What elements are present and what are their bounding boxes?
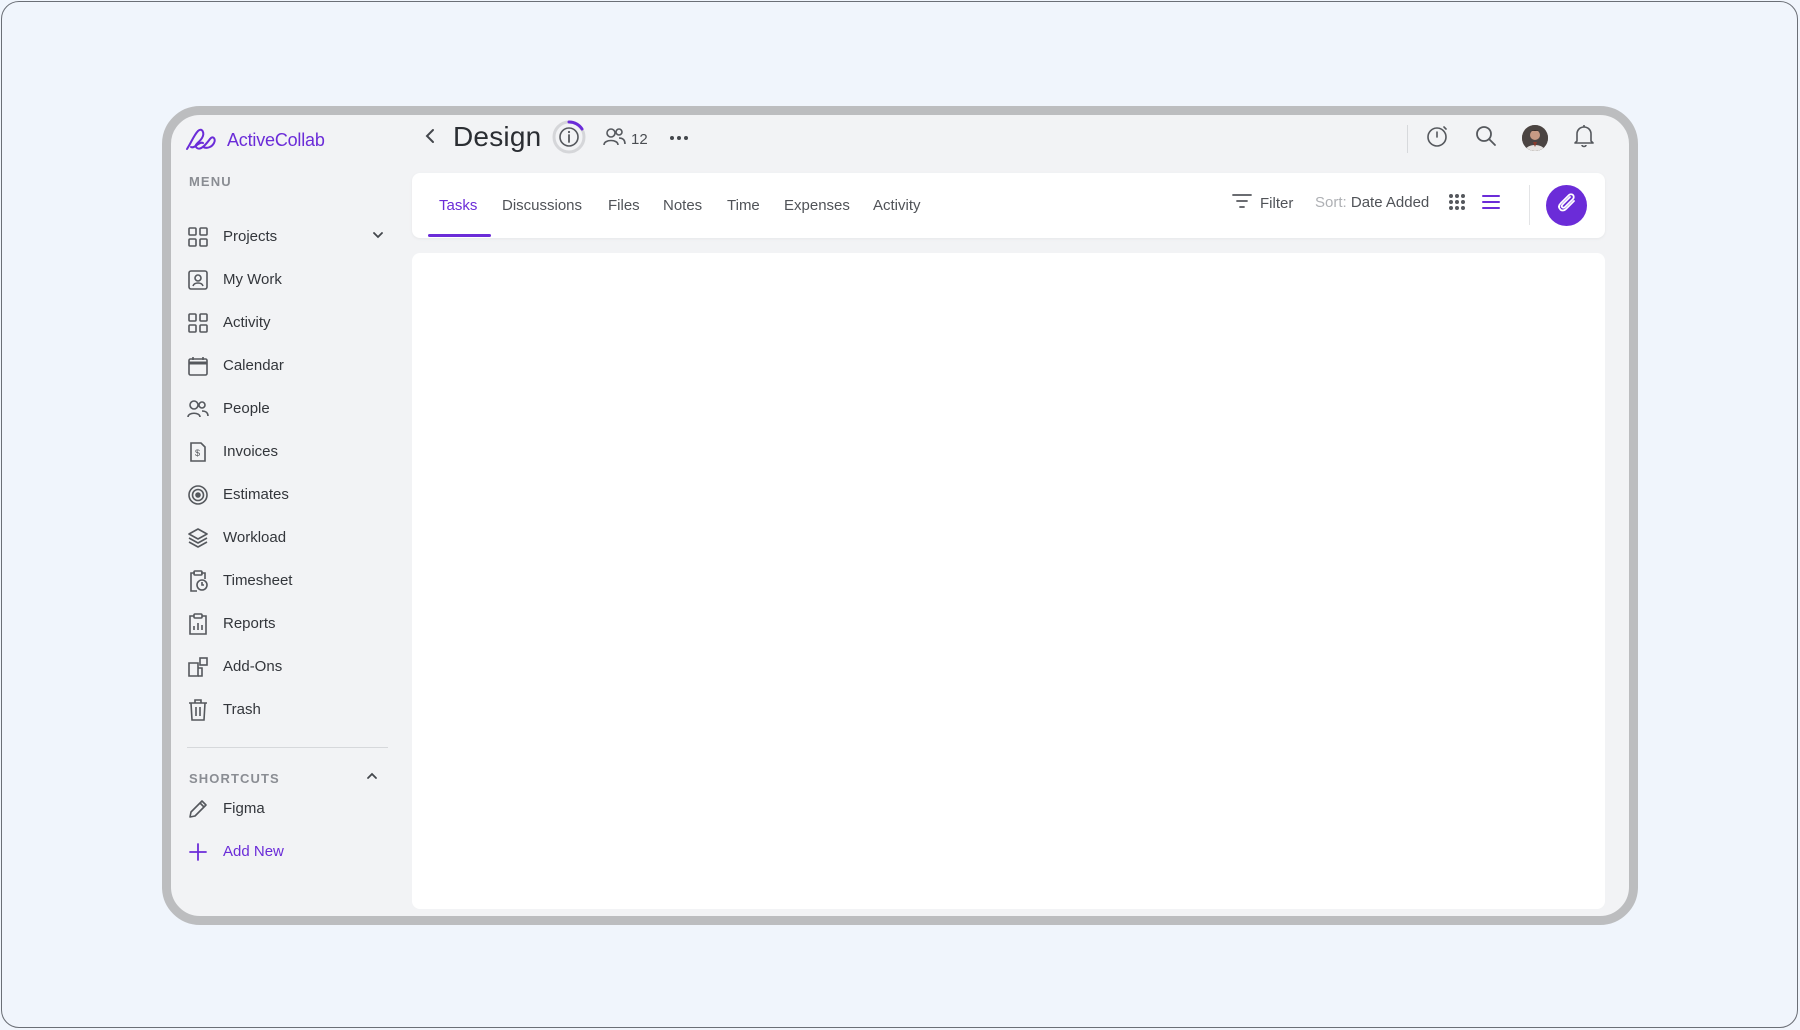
layers-icon bbox=[187, 527, 209, 549]
back-button[interactable] bbox=[419, 125, 441, 151]
people-icon bbox=[603, 127, 627, 151]
chevron-left-icon bbox=[424, 128, 436, 149]
sidebar-item-workload[interactable]: Workload bbox=[187, 516, 387, 559]
tab-files[interactable]: Files bbox=[608, 173, 640, 238]
sidebar-item-label: Estimates bbox=[223, 486, 289, 503]
project-info-button[interactable] bbox=[551, 119, 587, 155]
sidebar-item-label: Trash bbox=[223, 701, 261, 718]
filter-button[interactable]: Filter bbox=[1232, 193, 1293, 213]
target-icon bbox=[187, 484, 209, 506]
tab-discussions[interactable]: Discussions bbox=[502, 173, 582, 238]
people-count: 12 bbox=[631, 130, 648, 148]
shortcut-label: Figma bbox=[223, 800, 265, 817]
more-horizontal-icon bbox=[669, 128, 689, 146]
menu-heading: MENU bbox=[189, 174, 232, 189]
dots-grid-icon bbox=[1448, 193, 1466, 216]
sidebar-item-people[interactable]: People bbox=[187, 387, 387, 430]
app-name: ActiveCollab bbox=[227, 129, 325, 150]
tab-time[interactable]: Time bbox=[727, 173, 760, 238]
toolbar-divider bbox=[1529, 185, 1530, 225]
list-icon bbox=[1482, 194, 1500, 215]
sidebar-item-label: Timesheet bbox=[223, 572, 293, 589]
grid-view-button[interactable] bbox=[1446, 193, 1468, 215]
filter-label: Filter bbox=[1260, 194, 1294, 212]
pencil-icon bbox=[187, 798, 209, 820]
shortcuts-header[interactable]: SHORTCUTS bbox=[189, 769, 379, 788]
search-button[interactable] bbox=[1473, 125, 1499, 151]
tab-notes[interactable]: Notes bbox=[663, 173, 702, 238]
app-logo[interactable]: ActiveCollab bbox=[185, 127, 325, 153]
shortcut-figma[interactable]: Figma bbox=[187, 787, 387, 830]
grid-icon bbox=[187, 226, 209, 248]
sort-value: Date Added bbox=[1350, 194, 1430, 211]
sidebar-item-label: Reports bbox=[223, 615, 276, 632]
sidebar-item-calendar[interactable]: Calendar bbox=[187, 344, 387, 387]
chevron-up-icon[interactable] bbox=[365, 769, 379, 788]
attach-button[interactable] bbox=[1546, 185, 1587, 226]
sidebar-item-activity[interactable]: Activity bbox=[187, 301, 387, 344]
shortcut-label: Add New bbox=[223, 843, 284, 860]
app-window: ActiveCollab MENU Projects My Work Activ… bbox=[162, 106, 1638, 925]
sidebar-item-estimates[interactable]: Estimates bbox=[187, 473, 387, 516]
paperclip-icon bbox=[1556, 192, 1578, 219]
sidebar-item-label: Projects bbox=[223, 228, 278, 245]
shortcuts-list: Figma Add New bbox=[187, 787, 387, 873]
addons-icon bbox=[187, 656, 209, 678]
more-options-button[interactable] bbox=[667, 127, 691, 147]
clipboard-chart-icon bbox=[187, 612, 209, 635]
timesheet-icon bbox=[187, 569, 209, 592]
sidebar-item-reports[interactable]: Reports bbox=[187, 602, 387, 645]
sidebar-item-label: Add-Ons bbox=[223, 658, 283, 675]
sidebar-item-label: My Work bbox=[223, 271, 282, 288]
plus-icon bbox=[187, 841, 209, 863]
sidebar-item-label: Calendar bbox=[223, 357, 284, 374]
calendar-icon bbox=[187, 355, 209, 377]
stopwatch-icon bbox=[1425, 124, 1449, 153]
info-progress-icon bbox=[551, 120, 587, 159]
sidebar-item-label: Invoices bbox=[223, 443, 279, 460]
project-members-button[interactable]: 12 bbox=[603, 127, 648, 151]
list-view-button[interactable] bbox=[1480, 193, 1502, 215]
active-tab-indicator bbox=[428, 234, 491, 237]
activecollab-logo-icon bbox=[185, 127, 217, 153]
sidebar-item-label: People bbox=[223, 400, 270, 417]
sidebar-item-trash[interactable]: Trash bbox=[187, 688, 387, 731]
add-shortcut-button[interactable]: Add New bbox=[187, 830, 387, 873]
sidebar-item-label: Workload bbox=[223, 529, 287, 546]
page-title: Design bbox=[453, 121, 542, 152]
people-icon bbox=[187, 398, 209, 420]
user-avatar[interactable] bbox=[1522, 125, 1548, 151]
header-divider bbox=[1407, 125, 1408, 153]
grid-icon bbox=[187, 312, 209, 334]
svg-text:$: $ bbox=[195, 448, 200, 458]
sidebar-item-invoices[interactable]: $ Invoices bbox=[187, 430, 387, 473]
sidebar-item-add-ons[interactable]: Add-Ons bbox=[187, 645, 387, 688]
tab-tasks[interactable]: Tasks bbox=[439, 173, 477, 238]
tab-expenses[interactable]: Expenses bbox=[784, 173, 850, 238]
tasks-content-panel bbox=[412, 253, 1605, 909]
shortcuts-heading: SHORTCUTS bbox=[189, 771, 280, 786]
search-icon bbox=[1475, 125, 1497, 152]
sidebar-item-projects[interactable]: Projects bbox=[187, 215, 387, 258]
sidebar-item-my-work[interactable]: My Work bbox=[187, 258, 387, 301]
sort-dropdown[interactable]: Sort: Date Added bbox=[1315, 194, 1429, 211]
chevron-down-icon[interactable] bbox=[371, 228, 385, 246]
sidebar-item-timesheet[interactable]: Timesheet bbox=[187, 559, 387, 602]
bell-icon bbox=[1573, 124, 1595, 153]
project-tabs-bar: Tasks Discussions Files Notes Time Expen… bbox=[412, 173, 1605, 238]
timer-button[interactable] bbox=[1424, 125, 1450, 151]
sidebar-nav: Projects My Work Activity Calendar Peopl… bbox=[187, 215, 387, 731]
sidebar-divider bbox=[187, 747, 388, 748]
trash-icon bbox=[187, 698, 209, 721]
notifications-button[interactable] bbox=[1571, 124, 1597, 153]
sidebar-item-label: Activity bbox=[223, 314, 271, 331]
sort-prefix: Sort: bbox=[1315, 194, 1347, 211]
invoice-icon: $ bbox=[187, 441, 209, 463]
user-card-icon bbox=[187, 269, 209, 291]
tab-activity[interactable]: Activity bbox=[873, 173, 921, 238]
filter-icon bbox=[1232, 193, 1252, 213]
